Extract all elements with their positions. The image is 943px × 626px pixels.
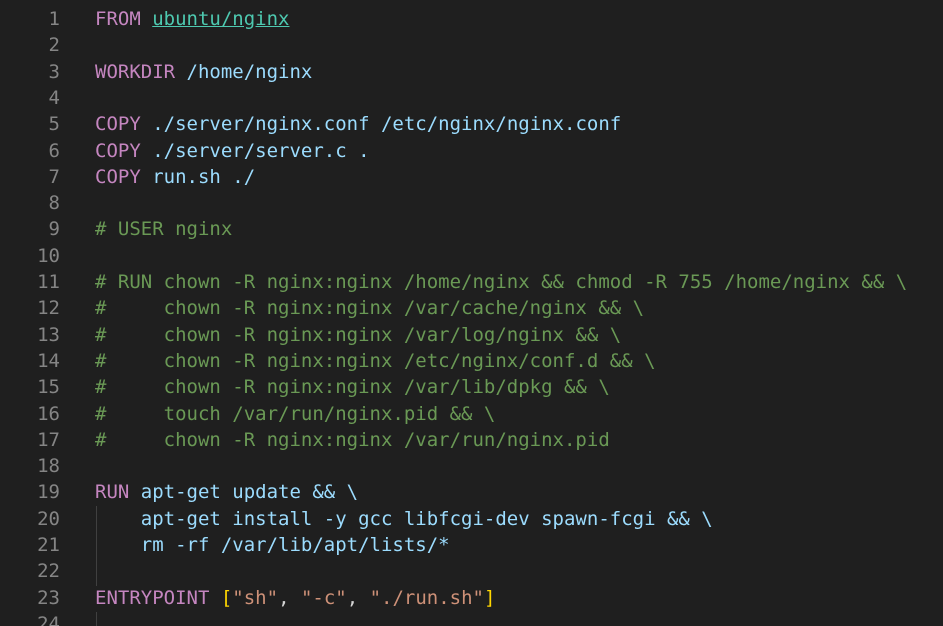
code-line[interactable]: 8 <box>0 190 943 216</box>
code-token: COPY <box>95 139 141 162</box>
code-token: "sh" <box>232 586 279 609</box>
code-line[interactable]: 17 # chown -R nginx:nginx /var/run/nginx.… <box>0 427 943 453</box>
line-number: 18 <box>37 455 60 478</box>
line-number: 14 <box>37 349 60 372</box>
code-line[interactable]: 9 # USER nginx <box>0 216 943 242</box>
code-token: [ <box>220 586 233 609</box>
code-line[interactable]: 13 # chown -R nginx:nginx /var/log/nginx … <box>0 322 943 348</box>
code-token: COPY <box>95 113 141 136</box>
code-line[interactable]: 23 ENTRYPOINT ["sh", "-c", "./run.sh"] <box>0 585 943 611</box>
code-token: , <box>346 586 370 609</box>
code-editor[interactable]: 1 FROM ubuntu/nginx 2 3 WORKDIR /home/nginx 4… <box>0 0 943 626</box>
line-number: 16 <box>37 402 60 425</box>
line-number: 6 <box>48 139 60 162</box>
code-text[interactable]: WORKDIR /home/nginx <box>95 59 312 85</box>
line-number: 19 <box>37 481 60 504</box>
code-text[interactable]: # chown -R nginx:nginx /var/lib/dpkg && … <box>95 374 610 400</box>
code-token: # touch /var/run/nginx.pid && \ <box>95 402 496 425</box>
line-number: 20 <box>37 507 60 530</box>
code-text[interactable]: COPY ./server/server.c . <box>95 138 370 164</box>
code-text[interactable]: # USER nginx <box>95 216 232 242</box>
code-text[interactable]: rm -rf /var/lib/apt/lists/* <box>95 532 450 558</box>
code-token[interactable]: ubuntu/nginx <box>152 8 289 30</box>
line-number: 10 <box>37 244 60 267</box>
code-token: # chown -R nginx:nginx /var/lib/dpkg && … <box>95 376 610 399</box>
code-token: , <box>278 586 301 609</box>
code-line[interactable]: 7 COPY run.sh ./ <box>0 164 943 190</box>
code-line[interactable]: 11 # RUN chown -R nginx:nginx /home/nginx… <box>0 269 943 295</box>
line-number: 17 <box>37 428 60 451</box>
code-token: FROM <box>95 8 141 30</box>
line-number: 11 <box>37 271 60 293</box>
code-line[interactable]: 18 <box>0 453 943 479</box>
code-text[interactable]: # touch /var/run/nginx.pid && \ <box>95 401 495 427</box>
code-text[interactable]: FROM ubuntu/nginx <box>95 6 290 32</box>
code-line[interactable]: 14 # chown -R nginx:nginx /etc/nginx/conf… <box>0 348 943 374</box>
code-line[interactable]: 21 rm -rf /var/lib/apt/lists/* <box>0 532 943 558</box>
code-token: # RUN chown -R nginx:nginx /home/nginx &… <box>95 271 908 293</box>
line-number: 8 <box>48 192 60 215</box>
line-number: 22 <box>37 560 60 583</box>
code-token: # chown -R nginx:nginx /var/cache/nginx … <box>95 297 645 320</box>
line-number: 9 <box>48 218 60 241</box>
line-number: 12 <box>37 297 60 320</box>
code-text[interactable]: COPY run.sh ./ <box>95 164 255 190</box>
code-line[interactable]: 1 FROM ubuntu/nginx <box>0 6 943 32</box>
code-token: run.sh ./ <box>140 165 256 188</box>
line-number: 21 <box>37 534 60 556</box>
code-token: "./run.sh" <box>369 586 484 609</box>
code-text[interactable]: # chown -R nginx:nginx /var/run/nginx.pi… <box>95 427 610 453</box>
code-text[interactable]: apt-get install -y gcc libfcgi-dev spawn… <box>95 506 713 532</box>
code-text[interactable]: COPY ./server/nginx.conf /etc/nginx/ngin… <box>95 111 621 137</box>
code-token: ./server/nginx.conf /etc/nginx/nginx.con… <box>140 113 622 136</box>
code-token: WORKDIR <box>95 60 176 83</box>
code-line[interactable]: 4 <box>0 85 943 111</box>
code-token: rm -rf /var/lib/apt/lists/* <box>95 534 450 556</box>
code-token: # USER nginx <box>95 218 233 241</box>
code-text[interactable]: # chown -R nginx:nginx /var/cache/nginx … <box>95 295 644 321</box>
code-token: # chown -R nginx:nginx /etc/nginx/conf.d… <box>95 349 656 372</box>
code-token: # chown -R nginx:nginx /var/run/nginx.pi… <box>95 428 610 451</box>
code-line[interactable]: 3 WORKDIR /home/nginx <box>0 59 943 85</box>
code-text[interactable]: ENTRYPOINT ["sh", "-c", "./run.sh"] <box>95 585 495 611</box>
line-number: 5 <box>48 113 60 136</box>
code-token: ./server/server.c . <box>140 139 370 162</box>
code-token: COPY <box>95 165 141 188</box>
code-token: "-c" <box>300 586 347 609</box>
line-number: 2 <box>48 34 60 57</box>
code-line[interactable]: 19 RUN apt-get update && \ <box>0 479 943 505</box>
code-line[interactable]: 22 <box>0 558 943 584</box>
line-number: 7 <box>48 165 60 188</box>
code-line[interactable]: 6 COPY ./server/server.c . <box>0 138 943 164</box>
code-token: apt-get update && \ <box>129 481 359 504</box>
code-token: /home/nginx <box>175 60 313 83</box>
code-token: ENTRYPOINT <box>95 586 210 609</box>
code-text[interactable]: # RUN chown -R nginx:nginx /home/nginx &… <box>95 269 907 295</box>
code-line[interactable]: 20 apt-get install -y gcc libfcgi-dev sp… <box>0 506 943 532</box>
code-line[interactable]: 12 # chown -R nginx:nginx /var/cache/ngin… <box>0 295 943 321</box>
line-number: 15 <box>37 376 60 399</box>
code-line[interactable]: 15 # chown -R nginx:nginx /var/lib/dpkg &… <box>0 374 943 400</box>
line-number: 1 <box>48 8 60 30</box>
code-token: # chown -R nginx:nginx /var/log/nginx &&… <box>95 323 622 346</box>
code-text[interactable]: # chown -R nginx:nginx /var/log/nginx &&… <box>95 322 621 348</box>
code-line[interactable]: 24 <box>0 611 943 626</box>
code-token: apt-get install -y gcc libfcgi-dev spawn… <box>95 507 713 530</box>
code-line[interactable]: 2 <box>0 32 943 58</box>
code-text[interactable]: RUN apt-get update && \ <box>95 479 358 505</box>
line-number: 13 <box>37 323 60 346</box>
code-text[interactable]: # chown -R nginx:nginx /etc/nginx/conf.d… <box>95 348 656 374</box>
code-line[interactable]: 5 COPY ./server/nginx.conf /etc/nginx/ngi… <box>0 111 943 137</box>
code-token: RUN <box>95 481 130 504</box>
code-line[interactable]: 16 # touch /var/run/nginx.pid && \ <box>0 401 943 427</box>
line-number: 24 <box>37 612 60 626</box>
code-line[interactable]: 10 <box>0 243 943 269</box>
line-number: 23 <box>37 586 60 609</box>
code-token: ] <box>484 586 496 609</box>
line-number: 3 <box>48 60 60 83</box>
line-number: 4 <box>48 86 60 109</box>
